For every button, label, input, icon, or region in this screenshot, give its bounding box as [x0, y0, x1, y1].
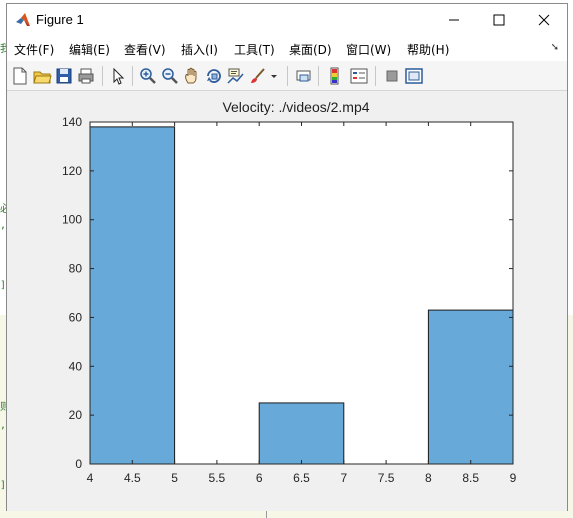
x-tick-label: 4.5: [124, 471, 141, 485]
close-button[interactable]: [521, 4, 567, 35]
hide-plot-tools-icon[interactable]: [382, 66, 402, 86]
figure-toolbar: [7, 61, 567, 91]
pan-icon[interactable]: [182, 66, 202, 86]
y-tick-label: 100: [62, 213, 82, 227]
brush-icon[interactable]: [248, 66, 268, 86]
window-title: Figure 1: [36, 12, 84, 27]
plot-area: Velocity: ./videos/2.mp4 4 4.5 5 5.5 6 6.5 7 7.…: [7, 92, 567, 511]
menu-edit[interactable]: 编辑(E): [69, 41, 110, 58]
minimize-button[interactable]: [431, 4, 477, 35]
toolbar-separator: [102, 66, 103, 86]
menu-desktop[interactable]: 桌面(D): [289, 41, 332, 58]
y-tick-label: 140: [62, 115, 82, 129]
histogram-bar[interactable]: [427, 309, 514, 465]
menu-tools[interactable]: 工具(T): [234, 41, 275, 58]
pointer-icon[interactable]: [108, 66, 128, 86]
x-tick-label: 5.5: [209, 471, 226, 485]
x-tick-label: 8.5: [462, 471, 479, 485]
zoom-out-icon[interactable]: [160, 66, 180, 86]
histogram-bar[interactable]: [89, 126, 176, 465]
y-tick-label: 40: [69, 359, 83, 373]
matlab-logo-icon: [15, 12, 31, 28]
x-tick-label: 6: [256, 471, 263, 485]
colorbar-icon[interactable]: [325, 66, 345, 86]
chart-title: Velocity: ./videos/2.mp4: [222, 99, 369, 115]
y-tick-label: 60: [69, 310, 83, 324]
link-plot-icon[interactable]: [294, 66, 314, 86]
figure-window: Figure 1 文件(F) 编辑(E) 查看(V) 插入(I) 工具(T) 桌…: [6, 3, 568, 511]
menu-view[interactable]: 查看(V): [124, 41, 166, 58]
print-icon[interactable]: [76, 66, 96, 86]
x-tick-label: 7: [340, 471, 347, 485]
menu-window[interactable]: 窗口(W): [346, 41, 391, 58]
open-file-icon[interactable]: [32, 66, 52, 86]
save-icon[interactable]: [54, 66, 74, 86]
new-figure-icon[interactable]: [10, 66, 30, 86]
data-cursor-icon[interactable]: [226, 66, 246, 86]
toolbar-separator: [132, 66, 133, 86]
x-tick-label: 5: [171, 471, 178, 485]
y-tick-label: 120: [62, 164, 82, 178]
menu-bar: 文件(F) 编辑(E) 查看(V) 插入(I) 工具(T) 桌面(D) 窗口(W…: [7, 35, 567, 61]
histogram-bar[interactable]: [258, 402, 345, 465]
x-tick-label: 4: [87, 471, 94, 485]
x-tick-label: 7.5: [378, 471, 395, 485]
y-tick-label: 80: [69, 262, 83, 276]
y-tick-label: 0: [75, 457, 82, 471]
x-tick-label: 9: [510, 471, 517, 485]
brush-dropdown-icon[interactable]: [269, 66, 279, 86]
rotate-3d-icon[interactable]: [204, 66, 224, 86]
title-bar[interactable]: Figure 1: [7, 4, 567, 35]
menu-file[interactable]: 文件(F): [14, 41, 54, 58]
menu-dock-arrow-icon[interactable]: ➘: [551, 42, 559, 53]
menu-insert[interactable]: 插入(I): [181, 41, 218, 58]
maximize-button[interactable]: [476, 4, 522, 35]
zoom-in-icon[interactable]: [138, 66, 158, 86]
y-tick-label: 20: [69, 408, 83, 422]
menu-help[interactable]: 帮助(H): [407, 41, 449, 58]
toolbar-separator: [375, 66, 376, 86]
toolbar-separator: [287, 66, 288, 86]
x-tick-label: 8: [425, 471, 432, 485]
show-plot-tools-icon[interactable]: [404, 66, 424, 86]
histogram-chart[interactable]: Velocity: ./videos/2.mp4 4 4.5 5 5.5 6 6.5 7 7.…: [7, 92, 567, 511]
toolbar-separator: [318, 66, 319, 86]
x-tick-label: 6.5: [293, 471, 310, 485]
legend-icon[interactable]: [349, 66, 369, 86]
